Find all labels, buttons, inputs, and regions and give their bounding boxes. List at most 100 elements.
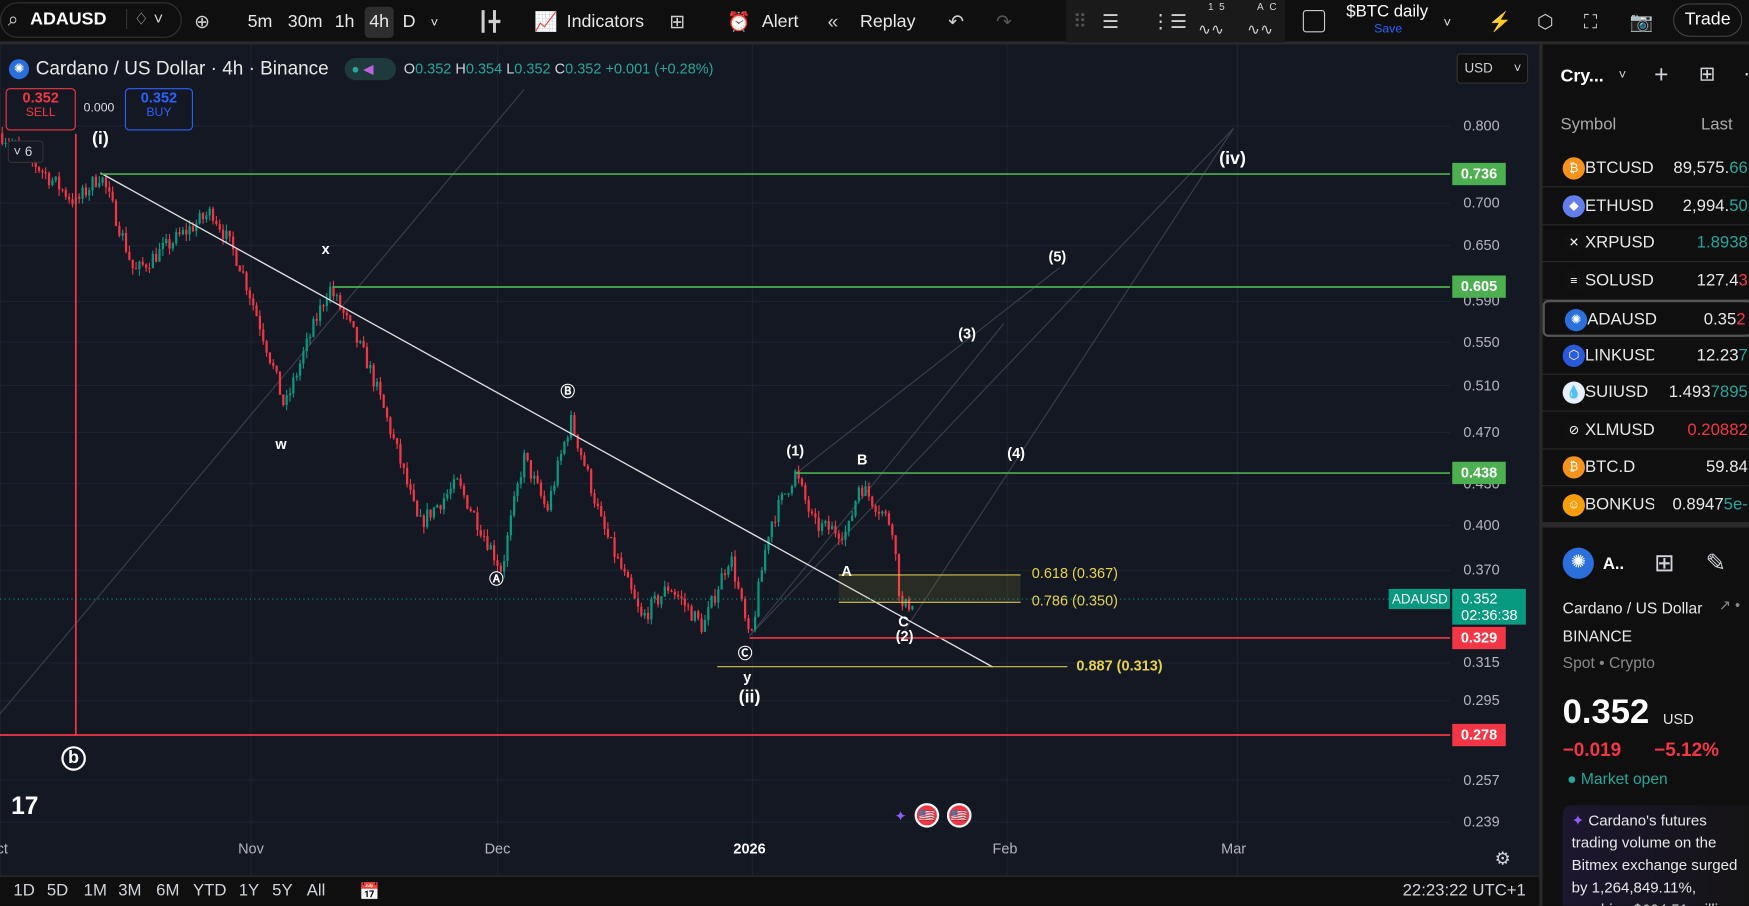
candle [851, 516, 853, 521]
candle [339, 295, 341, 309]
interval-1h[interactable]: 1h [335, 7, 355, 38]
indicators-collapse-toggle[interactable]: ˅ 6 [8, 141, 44, 163]
external-link-icon[interactable]: ↗ • [1719, 597, 1740, 615]
candle [453, 479, 455, 488]
interval-4h[interactable]: 4h [365, 7, 394, 38]
elliott-correction-icon[interactable]: ∿∿ [1247, 13, 1273, 44]
interval-d[interactable]: D [403, 7, 416, 38]
edit-icon[interactable]: ✎ [1705, 549, 1726, 578]
settings-icon[interactable]: ⬡ [1537, 7, 1554, 38]
drag-handle-icon[interactable]: ⠿ [1073, 7, 1087, 38]
price-axis-settings-icon[interactable]: ⚙ [1495, 848, 1511, 870]
alert-button[interactable]: Alert [762, 7, 799, 38]
last-price-main: 89,575. [1673, 158, 1729, 177]
price-axis[interactable]: USD˅ 0.8000.7000.6500.5900.5500.5100.470… [1450, 45, 1539, 876]
range-all[interactable]: All [307, 881, 326, 900]
candle [864, 486, 866, 496]
watchlist-row[interactable]: ✕XRPUSD1.8938 [1543, 225, 1749, 262]
watchlist-row[interactable]: ⊘XLMUSD0.20882 [1543, 412, 1749, 449]
interval-30m[interactable]: 30m [288, 7, 323, 38]
candle [687, 605, 689, 606]
watchlist-row[interactable]: ₿BTC.D59.84 [1543, 450, 1749, 487]
layout-name[interactable]: $BTC daily [1346, 2, 1428, 21]
templates-icon[interactable]: ⊞ [669, 7, 685, 38]
layout-square-icon[interactable] [1303, 10, 1325, 32]
currency-select[interactable]: USD˅ [1457, 54, 1528, 84]
layout-save[interactable]: Save [1374, 22, 1402, 35]
candle [774, 522, 776, 523]
watchlist-row[interactable]: ◆ETHUSD2,994.50 [1543, 188, 1749, 225]
add-symbol-icon[interactable]: + [1654, 60, 1668, 89]
chevron-down-icon[interactable]: ˅ [431, 7, 439, 38]
ray-lines-icon[interactable]: ⋮☰ [1151, 7, 1187, 38]
range-3m[interactable]: 3M [118, 881, 141, 900]
watchlist-title[interactable]: Cry... [1560, 67, 1603, 87]
indicators-icon: 📈 [534, 7, 558, 38]
watchlist-last: 89,575.66 [1673, 158, 1747, 177]
add-symbol-icon[interactable]: ⊕ [194, 7, 210, 38]
details-name[interactable]: Cardano / US Dollar [1563, 599, 1703, 617]
range-1y[interactable]: 1Y [239, 881, 259, 900]
interval-5m[interactable]: 5m [248, 7, 273, 38]
grid-icon[interactable]: ⊞ [1654, 549, 1675, 578]
news-card[interactable]: ✦ Cardano's futures trading volume on th… [1563, 805, 1749, 905]
candle [828, 521, 830, 530]
range-ytd[interactable]: YTD [193, 881, 226, 900]
range-1d[interactable]: 1D [13, 881, 34, 900]
symbol-search[interactable]: ⌕ ADAUSD ♢ ˅ [0, 2, 182, 38]
more-icon[interactable]: ⋯ [1743, 62, 1749, 85]
range-5y[interactable]: 5Y [272, 881, 292, 900]
candle [373, 365, 375, 386]
us-flag-event-icon[interactable]: 🇺🇸 [915, 803, 940, 828]
candle [145, 265, 147, 268]
range-5d[interactable]: 5D [47, 881, 68, 900]
range-6m[interactable]: 6M [156, 881, 179, 900]
fullscreen-icon[interactable]: ⛶ [1584, 7, 1597, 38]
camera-icon[interactable]: 📷 [1630, 7, 1654, 38]
coin-icon: ✕ [1563, 232, 1585, 254]
sparkle-icon[interactable]: ✦ [895, 808, 907, 826]
buy-button[interactable]: 0.352BUY [125, 88, 193, 130]
watchlist-row[interactable]: ✺ADAUSD0.352 [1543, 300, 1749, 337]
watchlist-row[interactable]: ≡SOLUSD127.43 [1543, 263, 1749, 300]
chevron-down-icon[interactable]: ˅ [1618, 67, 1626, 83]
candle [189, 226, 191, 234]
chart-pane[interactable]: (i)xwⒷⒶⒸy(ii)(1)BAC(2)(3)(4)(5)(iv)b ✺ C… [0, 45, 1450, 876]
undo-icon[interactable]: ↶ [948, 7, 964, 38]
calendar-icon[interactable]: 📅 [359, 881, 380, 901]
replay-button[interactable]: Replay [860, 7, 916, 38]
candle [332, 287, 334, 297]
candles-icon[interactable]: ┃╋ [477, 7, 500, 38]
elliott-impulse-icon[interactable]: ∿∿ [1198, 13, 1224, 44]
clock[interactable]: 22:23:22 UTC+1 [1403, 881, 1526, 900]
redo-icon[interactable]: ↷ [996, 7, 1012, 38]
indicators-button[interactable]: Indicators [567, 7, 644, 38]
candle [751, 629, 753, 630]
candle [306, 338, 308, 351]
candle [122, 233, 124, 236]
range-1m[interactable]: 1M [84, 881, 107, 900]
horizontal-lines-icon[interactable]: ☰ [1102, 7, 1119, 38]
column-symbol[interactable]: Symbol [1560, 115, 1616, 134]
candle [125, 233, 127, 252]
watchlist-row[interactable]: ☺BONKUS0.89475e- [1543, 487, 1749, 524]
last-price-tick: 50 [1729, 196, 1748, 215]
watchlist-row[interactable]: ⬡LINKUSD12.237 [1543, 337, 1749, 374]
column-last[interactable]: Last [1701, 115, 1733, 134]
diamond-icon[interactable]: ♢ ˅ [126, 9, 163, 29]
watchlist-row[interactable]: 💧SUIUSD1.4937895 [1543, 375, 1749, 412]
us-flag-event-icon[interactable]: 🇺🇸 [947, 803, 972, 828]
trade-button[interactable]: Trade [1673, 3, 1742, 36]
status-indicators[interactable]: ● ◀ [345, 58, 396, 80]
layout-chevron-icon[interactable]: ˅ [1443, 7, 1451, 38]
wave-label: Ⓐ [489, 567, 504, 588]
watchlist-row[interactable]: ₿BTCUSD89,575.66 [1543, 151, 1749, 188]
sell-button[interactable]: 0.352SELL [6, 88, 76, 130]
candle [660, 596, 662, 604]
candle [597, 504, 599, 506]
candle [634, 589, 636, 598]
quick-search-icon[interactable]: ⚡ [1488, 7, 1512, 38]
advanced-view-icon[interactable]: ⊞ [1699, 62, 1716, 85]
candle [711, 596, 713, 607]
candle [162, 243, 164, 249]
